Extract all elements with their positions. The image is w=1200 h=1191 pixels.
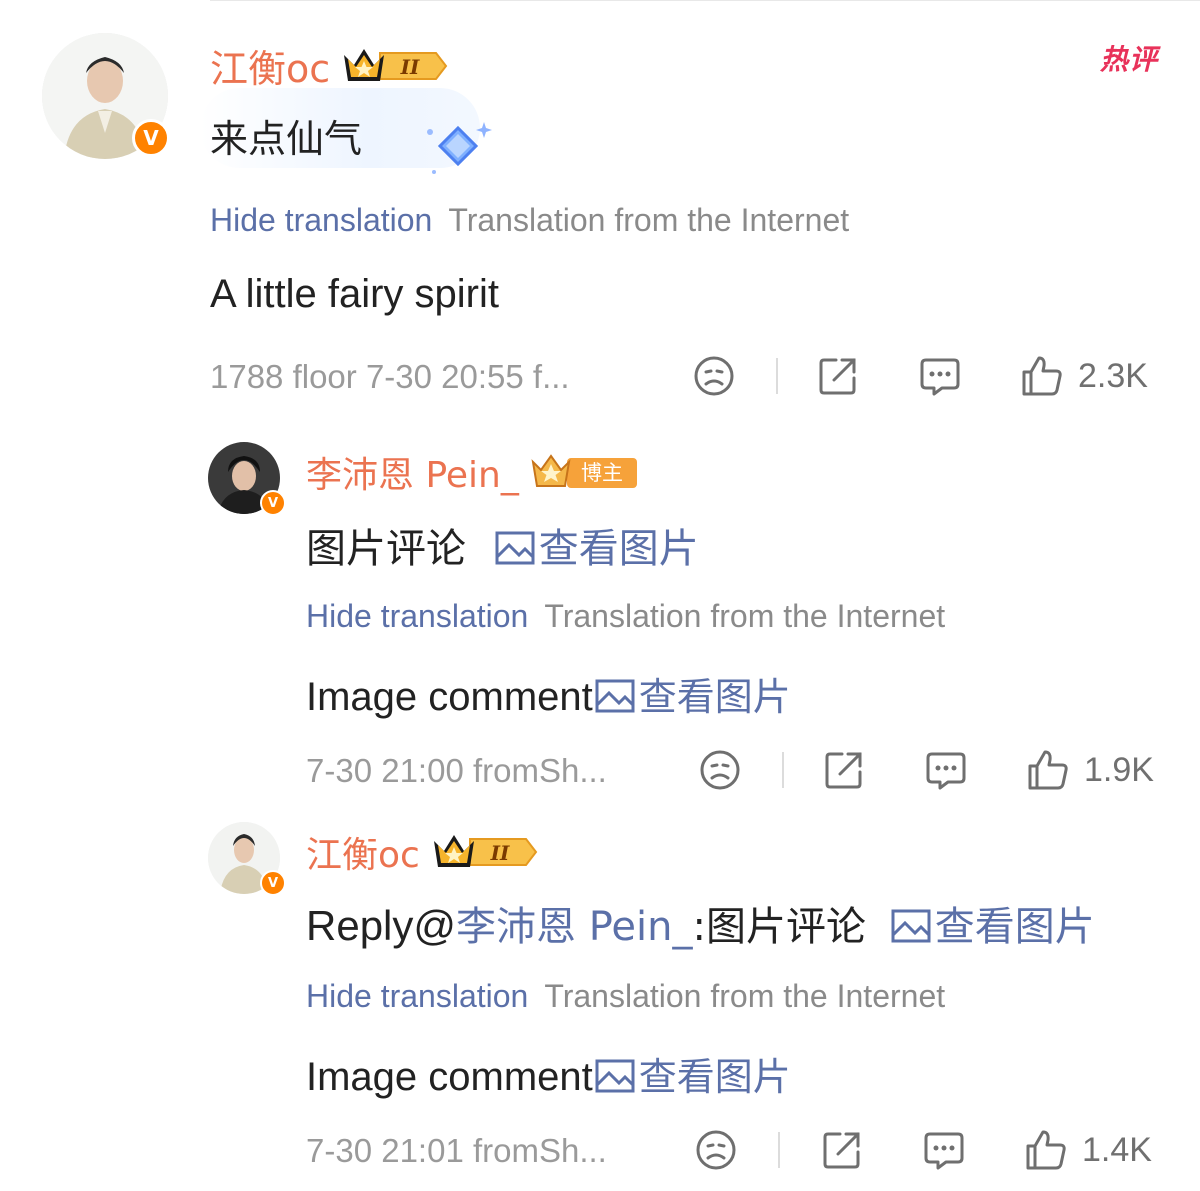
action-bar: 1788 floor 7-30 20:55 f... 2.3K bbox=[0, 352, 1200, 402]
divider bbox=[776, 358, 778, 394]
comment-icon bbox=[926, 752, 966, 790]
comment-icon bbox=[924, 1132, 964, 1170]
view-picture-label: 查看图片 bbox=[538, 526, 699, 572]
comment-icon bbox=[920, 358, 960, 396]
view-picture-link[interactable]: 查看图片 bbox=[593, 1055, 791, 1099]
name-row: 江衡oc II bbox=[306, 826, 538, 878]
picture-icon bbox=[595, 1059, 635, 1093]
share-icon bbox=[819, 358, 856, 395]
level-badge: II bbox=[489, 841, 509, 865]
translation-source: Translation from the Internet bbox=[448, 202, 850, 238]
share-icon bbox=[823, 1132, 860, 1169]
share-icon bbox=[825, 752, 862, 789]
translated-text: Image comment 查看图片 bbox=[306, 666, 791, 721]
dislike-button[interactable] bbox=[694, 1128, 738, 1172]
like-count: 1.9K bbox=[1084, 750, 1154, 789]
reply-button[interactable] bbox=[918, 354, 962, 398]
hide-translation-link[interactable]: Hide translation bbox=[306, 598, 528, 635]
dislike-button[interactable] bbox=[698, 748, 742, 792]
view-picture-link[interactable]: 查看图片 bbox=[493, 526, 699, 572]
picture-icon bbox=[595, 679, 635, 713]
thumbs-up-icon bbox=[1028, 750, 1068, 790]
view-picture-link[interactable]: 查看图片 bbox=[889, 904, 1095, 950]
reply-button[interactable] bbox=[924, 748, 968, 792]
like-count: 2.3K bbox=[1078, 356, 1148, 395]
verified-icon: V bbox=[260, 870, 286, 896]
avatar[interactable]: V bbox=[42, 33, 170, 159]
comment-text-prefix: 图片评论 bbox=[306, 526, 466, 572]
view-picture-label: 查看图片 bbox=[638, 1055, 791, 1099]
avatar[interactable]: V bbox=[208, 442, 286, 516]
username[interactable]: 江衡oc bbox=[306, 826, 420, 878]
divider bbox=[778, 1132, 780, 1168]
comment-meta: 1788 floor 7-30 20:55 f... bbox=[210, 358, 570, 395]
mention-link[interactable]: 李沛恩 Pein_ bbox=[456, 904, 692, 950]
hide-translation-link[interactable]: Hide translation bbox=[210, 202, 432, 239]
translation-row: Hide translation Translation from the In… bbox=[306, 598, 945, 635]
name-row: 江衡oc II bbox=[210, 38, 448, 93]
thumbs-up-icon bbox=[1026, 1130, 1066, 1170]
thumbs-up-icon bbox=[1022, 356, 1062, 396]
translation-row: Hide translation Translation from the In… bbox=[306, 978, 945, 1015]
translated-text-prefix: Image comment bbox=[306, 675, 593, 719]
like-count: 1.4K bbox=[1082, 1130, 1152, 1169]
like-button[interactable]: 1.9K bbox=[1026, 748, 1154, 792]
translation-source: Translation from the Internet bbox=[544, 598, 946, 634]
crown-icon[interactable]: II bbox=[430, 831, 538, 873]
diamond-sparkle-icon bbox=[427, 122, 492, 174]
share-button[interactable] bbox=[820, 1128, 864, 1172]
translated-text-prefix: Image comment bbox=[306, 1055, 593, 1099]
comment-text: 来点仙气 bbox=[210, 117, 363, 161]
comment-text: 图片评论 查看图片 bbox=[306, 516, 699, 574]
avatar[interactable]: V bbox=[208, 822, 286, 896]
share-button[interactable] bbox=[816, 354, 860, 398]
username[interactable]: 江衡oc bbox=[210, 38, 330, 93]
hide-translation-link[interactable]: Hide translation bbox=[306, 978, 528, 1015]
blogger-badge-label: 博主 bbox=[581, 461, 623, 485]
name-row: 李沛恩 Pein_ 博主 bbox=[306, 446, 641, 498]
comment-text-prefix: :图片评论 bbox=[692, 904, 866, 950]
view-picture-label: 查看图片 bbox=[638, 675, 791, 719]
action-bar: 7-30 21:00 fromSh... 1.9K bbox=[0, 746, 1200, 796]
translated-text: A little fairy spirit bbox=[210, 272, 499, 316]
picture-icon bbox=[495, 531, 535, 565]
verified-icon: V bbox=[132, 119, 170, 157]
share-button[interactable] bbox=[822, 748, 866, 792]
hot-comment-tag: 热评 bbox=[1099, 43, 1158, 76]
view-picture-link[interactable]: 查看图片 bbox=[593, 675, 791, 719]
like-button[interactable]: 2.3K bbox=[1020, 354, 1148, 398]
crown-icon[interactable]: II bbox=[340, 45, 448, 87]
comment-text: Reply@李沛恩 Pein_:图片评论 查看图片 bbox=[306, 894, 1095, 952]
username[interactable]: 李沛恩 Pein_ bbox=[306, 446, 519, 498]
divider bbox=[782, 752, 784, 788]
dislike-button[interactable] bbox=[692, 354, 736, 398]
like-button[interactable]: 1.4K bbox=[1024, 1128, 1152, 1172]
translation-row: Hide translation Translation from the In… bbox=[210, 202, 849, 239]
reply-button[interactable] bbox=[922, 1128, 966, 1172]
picture-icon bbox=[891, 909, 931, 943]
level-badge: II bbox=[400, 55, 420, 79]
translated-text: Image comment 查看图片 bbox=[306, 1046, 791, 1101]
translation-source: Translation from the Internet bbox=[544, 978, 946, 1014]
dislike-face-icon bbox=[700, 750, 740, 790]
blogger-badge[interactable]: 博主 bbox=[529, 452, 641, 492]
dislike-face-icon bbox=[696, 1130, 736, 1170]
verified-icon: V bbox=[260, 490, 286, 516]
reply-label: Reply@ bbox=[306, 902, 457, 949]
view-picture-label: 查看图片 bbox=[934, 904, 1095, 950]
action-bar: 7-30 21:01 fromSh... 1.4K bbox=[0, 1126, 1200, 1176]
comment-meta: 7-30 21:00 fromSh... bbox=[306, 752, 607, 789]
top-divider bbox=[210, 0, 1200, 1]
dislike-face-icon bbox=[694, 356, 734, 396]
comment-meta: 7-30 21:01 fromSh... bbox=[306, 1132, 607, 1169]
